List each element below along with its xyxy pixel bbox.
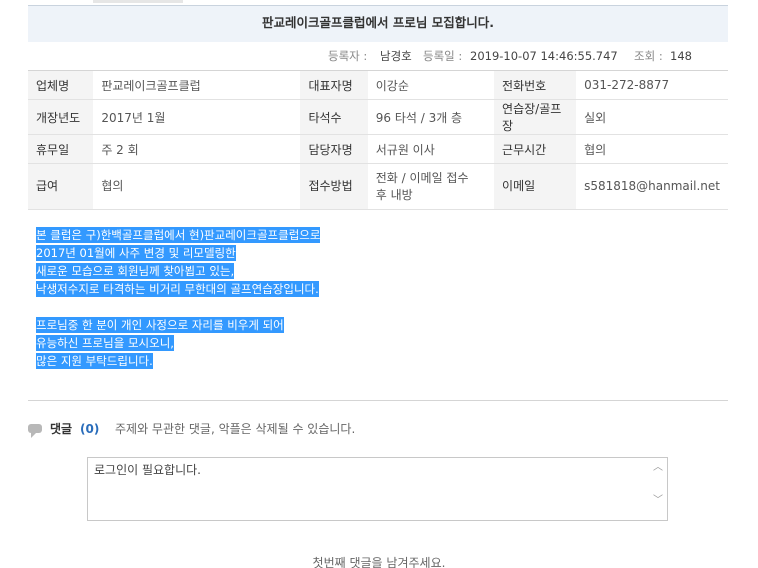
comment-title: 댓글 xyxy=(50,422,73,436)
content-line: 새로운 모습으로 회원님께 찾아뵙고 있는, xyxy=(36,263,235,279)
phone-label: 전화번호 xyxy=(494,70,577,100)
comment-input[interactable]: 로그인이 필요합니다. xyxy=(87,457,668,521)
email-label: 이메일 xyxy=(494,163,577,210)
scroll-up-icon[interactable]: ︿ xyxy=(652,461,664,475)
ceo-label: 대표자명 xyxy=(300,70,368,100)
date-label: 등록일 : xyxy=(423,49,463,63)
hours-label: 근무시간 xyxy=(494,134,577,164)
table-row: 급여 협의 접수방법 전화 / 이메일 접수 후 내방 이메일 s581818@… xyxy=(28,163,728,210)
comment-count: (0) xyxy=(80,422,100,436)
manager-value: 서규원 이사 xyxy=(367,134,495,164)
recruit-info-table: 업체명 판교레이크골프클럽 대표자명 이강순 전화번호 031-272-8877… xyxy=(28,70,728,210)
post-title: 판교레이크골프클럽에서 프로님 모집합니다. xyxy=(28,5,728,42)
holiday-label: 휴무일 xyxy=(28,134,94,164)
opened-label: 개장년도 xyxy=(28,99,94,135)
apply-label: 접수방법 xyxy=(300,163,368,210)
manager-label: 담당자명 xyxy=(300,134,368,164)
range-label: 연습장/골프장 xyxy=(494,99,577,135)
range-value: 실외 xyxy=(576,99,728,135)
table-row: 개장년도 2017년 1월 타석수 96 타석 / 3개 층 연습장/골프장 실… xyxy=(28,99,728,135)
author-value: 남경호 xyxy=(380,49,412,63)
content-line: 본 클럽은 구)한백골프클럽에서 현)판교레이크골프클럽으로 xyxy=(36,227,321,243)
bays-label: 타석수 xyxy=(300,99,368,135)
apply-value-line: 후 내방 xyxy=(375,187,413,202)
content-divider xyxy=(28,400,728,401)
company-label: 업체명 xyxy=(28,70,94,100)
apply-value: 전화 / 이메일 접수 후 내방 xyxy=(367,163,495,210)
post-content: 본 클럽은 구)한백골프클럽에서 현)판교레이크골프클럽으로 2017년 01월… xyxy=(36,226,396,370)
phone-value: 031-272-8877 xyxy=(576,70,728,100)
content-line: 2017년 01월에 사주 변경 및 리모델링한 xyxy=(36,245,236,261)
apply-value-line: 전화 / 이메일 접수 xyxy=(375,170,469,185)
content-line: 낙생저수지로 타격하는 비거리 무한대의 골프연습장입니다. xyxy=(36,281,319,297)
post-meta: 등록자 : 남경호 등록일 : 2019-10-07 14:46:55.747 … xyxy=(28,42,728,70)
comment-notice: 주제와 무관한 댓글, 악플은 삭제될 수 있습니다. xyxy=(115,422,356,436)
company-value: 판교레이크골프클럽 xyxy=(93,70,301,100)
views-value: 148 xyxy=(670,49,692,63)
table-row: 업체명 판교레이크골프클럽 대표자명 이강순 전화번호 031-272-8877 xyxy=(28,70,728,100)
content-line: 많은 지원 부탁드립니다. xyxy=(36,353,153,369)
content-line: 프로님중 한 분이 개인 사정으로 자리를 비우게 되어 xyxy=(36,317,284,333)
table-row: 휴무일 주 2 회 담당자명 서규원 이사 근무시간 협의 xyxy=(28,134,728,164)
date-value: 2019-10-07 14:46:55.747 xyxy=(470,49,618,63)
empty-comments-message: 첫번째 댓글을 남겨주세요. xyxy=(312,556,446,568)
holiday-value: 주 2 회 xyxy=(93,134,301,164)
content-line: 유능하신 프로님을 모시오니, xyxy=(36,335,174,351)
opened-value: 2017년 1월 xyxy=(93,99,301,135)
salary-value: 협의 xyxy=(93,163,301,210)
scroll-down-icon[interactable]: ﹀ xyxy=(652,494,664,508)
author-label: 등록자 : xyxy=(328,49,368,63)
top-tab-strip xyxy=(93,0,183,3)
speech-bubble-icon xyxy=(28,424,42,438)
bays-value: 96 타석 / 3개 층 xyxy=(367,99,495,135)
email-value[interactable]: s581818@hanmail.net xyxy=(576,163,728,210)
salary-label: 급여 xyxy=(28,163,94,210)
views-label: 조회 : xyxy=(634,49,663,63)
ceo-value: 이강순 xyxy=(367,70,495,100)
hours-value: 협의 xyxy=(576,134,728,164)
